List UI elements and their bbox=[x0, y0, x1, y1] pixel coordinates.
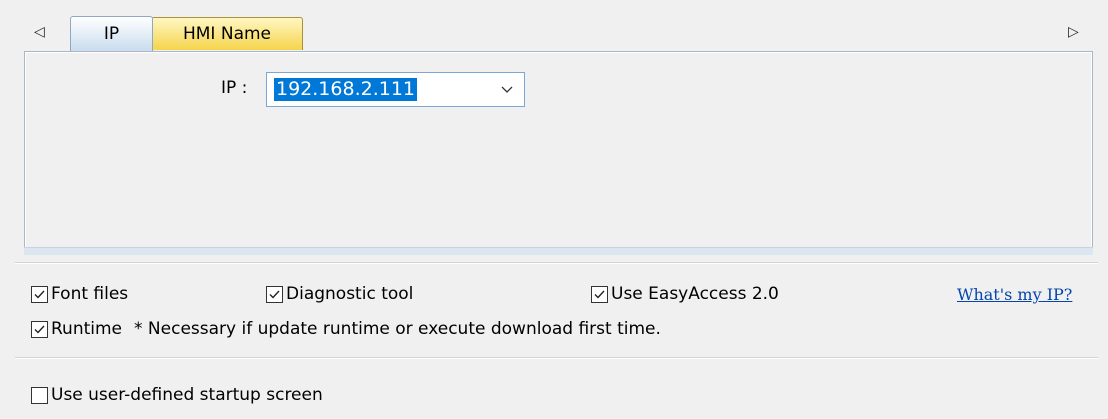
whats-my-ip-link[interactable]: What's my IP? bbox=[957, 285, 1072, 304]
ip-combobox[interactable]: 192.168.2.111 bbox=[266, 72, 525, 107]
ip-label: IP : bbox=[221, 78, 248, 98]
scroll-right-icon[interactable]: ▷ bbox=[1068, 22, 1079, 42]
ip-tab-panel bbox=[24, 51, 1093, 255]
easyaccess-checkbox[interactable] bbox=[591, 285, 608, 303]
diagnostic-tool-option[interactable]: Diagnostic tool bbox=[266, 284, 413, 304]
tab-hmi-name[interactable]: HMI Name bbox=[151, 17, 303, 50]
checkmark-icon bbox=[269, 290, 280, 299]
startup-screen-checkbox[interactable] bbox=[31, 386, 48, 404]
separator bbox=[15, 357, 1098, 359]
font-files-option[interactable]: Font files bbox=[31, 284, 128, 304]
scroll-left-icon[interactable]: ◁ bbox=[34, 22, 45, 42]
checkmark-icon bbox=[34, 325, 45, 334]
startup-screen-label: Use user-defined startup screen bbox=[51, 385, 323, 405]
runtime-option[interactable]: Runtime * Necessary if update runtime or… bbox=[31, 319, 661, 339]
tab-ip-label: IP bbox=[103, 24, 120, 44]
easyaccess-option[interactable]: Use EasyAccess 2.0 bbox=[591, 284, 779, 304]
runtime-checkbox[interactable] bbox=[31, 320, 48, 338]
font-files-checkbox[interactable] bbox=[31, 285, 48, 303]
font-files-label: Font files bbox=[51, 284, 129, 304]
runtime-label: Runtime bbox=[51, 319, 123, 339]
easyaccess-label: Use EasyAccess 2.0 bbox=[611, 284, 779, 304]
tab-ip[interactable]: IP bbox=[70, 16, 153, 51]
ip-value[interactable]: 192.168.2.111 bbox=[274, 78, 418, 101]
checkmark-icon bbox=[34, 290, 45, 299]
panel-bottom-edge bbox=[24, 247, 1093, 255]
diagnostic-tool-checkbox[interactable] bbox=[266, 285, 283, 303]
separator bbox=[15, 262, 1098, 264]
tab-hmi-name-label: HMI Name bbox=[182, 24, 272, 44]
startup-screen-option[interactable]: Use user-defined startup screen bbox=[31, 385, 323, 405]
tab-strip: ◁ IP HMI Name ▷ bbox=[0, 0, 1108, 52]
chevron-down-icon[interactable] bbox=[500, 79, 514, 99]
checkmark-icon bbox=[594, 290, 605, 299]
diagnostic-tool-label: Diagnostic tool bbox=[286, 284, 414, 304]
runtime-note: * Necessary if update runtime or execute… bbox=[134, 319, 661, 339]
